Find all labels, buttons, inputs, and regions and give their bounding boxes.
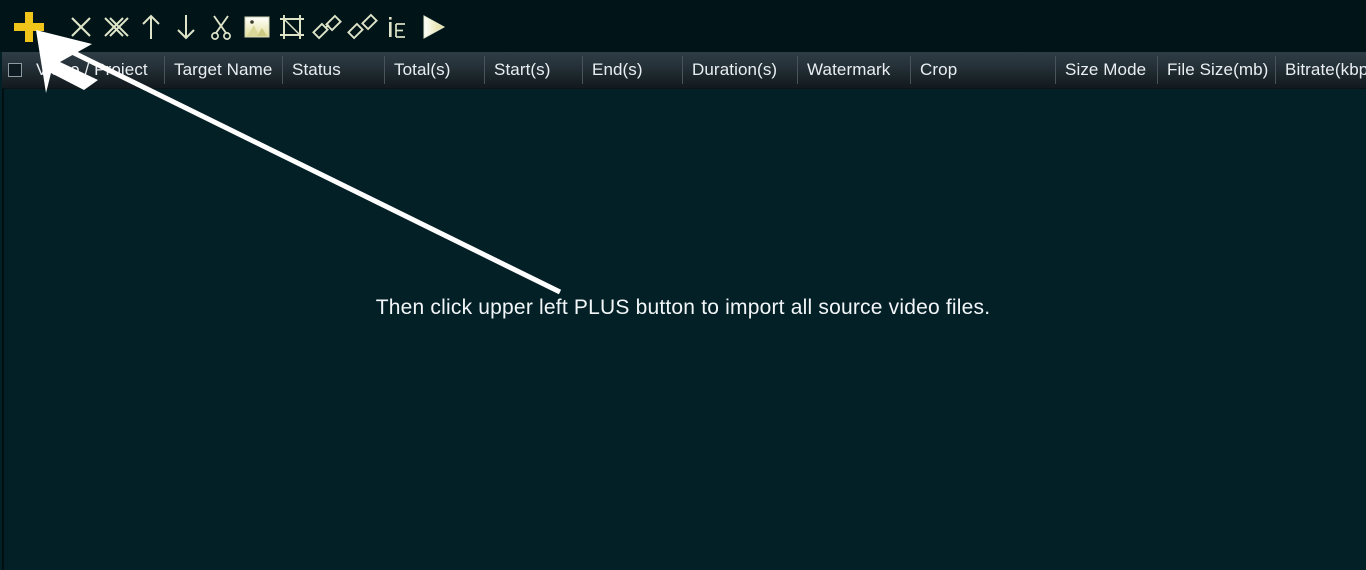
column-label: Status: [292, 60, 341, 79]
column-header-duration[interactable]: Duration(s): [682, 52, 797, 88]
column-header-size-mode[interactable]: Size Mode: [1055, 52, 1157, 88]
column-label: Start(s): [494, 60, 551, 79]
crop-icon: [279, 14, 305, 40]
info-button[interactable]: [378, 8, 416, 46]
link-button[interactable]: [308, 8, 346, 46]
column-label: Crop: [920, 60, 958, 79]
column-header-file-size[interactable]: File Size(mb): [1157, 52, 1275, 88]
video-converter-window: Video / Project Target Name Status Total…: [0, 0, 1366, 570]
column-header-bitrate[interactable]: Bitrate(kbps): [1275, 52, 1366, 88]
column-header-end[interactable]: End(s): [582, 52, 682, 88]
table-column-header: Video / Project Target Name Status Total…: [2, 52, 1366, 89]
arrow-up-icon: [141, 14, 161, 40]
move-up-button[interactable]: [132, 8, 170, 46]
column-label: Bitrate(kbps): [1285, 60, 1366, 79]
column-header-total[interactable]: Total(s): [384, 52, 484, 88]
column-label: Target Name: [174, 60, 273, 79]
column-label: Size Mode: [1065, 60, 1147, 79]
column-label: Duration(s): [692, 60, 778, 79]
add-files-button[interactable]: [10, 8, 48, 46]
image-icon: [244, 16, 270, 38]
info-ie-icon: [385, 14, 409, 40]
main-toolbar: [0, 0, 1366, 52]
link-icon: [312, 14, 342, 40]
broken-link-icon: [347, 13, 378, 40]
play-icon: [419, 13, 447, 41]
column-label: Video / Project: [36, 60, 148, 79]
cut-button[interactable]: [202, 8, 240, 46]
column-header-watermark[interactable]: Watermark: [797, 52, 910, 88]
unlink-button[interactable]: [343, 8, 381, 46]
column-header-status[interactable]: Status: [282, 52, 384, 88]
column-label: Watermark: [807, 60, 891, 79]
arrow-down-icon: [176, 14, 196, 40]
column-header-start[interactable]: Start(s): [484, 52, 582, 88]
column-label: File Size(mb): [1167, 60, 1269, 79]
column-label: End(s): [592, 60, 643, 79]
watermark-button[interactable]: [238, 8, 276, 46]
column-header-video-project[interactable]: Video / Project: [2, 52, 164, 88]
column-header-crop[interactable]: Crop: [910, 52, 1055, 88]
close-x-icon: [69, 15, 93, 39]
plus-icon: [12, 10, 46, 44]
column-header-target-name[interactable]: Target Name: [164, 52, 282, 88]
file-list-body[interactable]: [2, 89, 1366, 570]
crop-button[interactable]: [273, 8, 311, 46]
scissors-icon: [210, 14, 232, 40]
double-x-icon: [103, 15, 129, 39]
column-label: Total(s): [394, 60, 451, 79]
remove-file-button[interactable]: [62, 8, 100, 46]
remove-all-button[interactable]: [97, 8, 135, 46]
move-down-button[interactable]: [167, 8, 205, 46]
start-convert-button[interactable]: [414, 8, 452, 46]
